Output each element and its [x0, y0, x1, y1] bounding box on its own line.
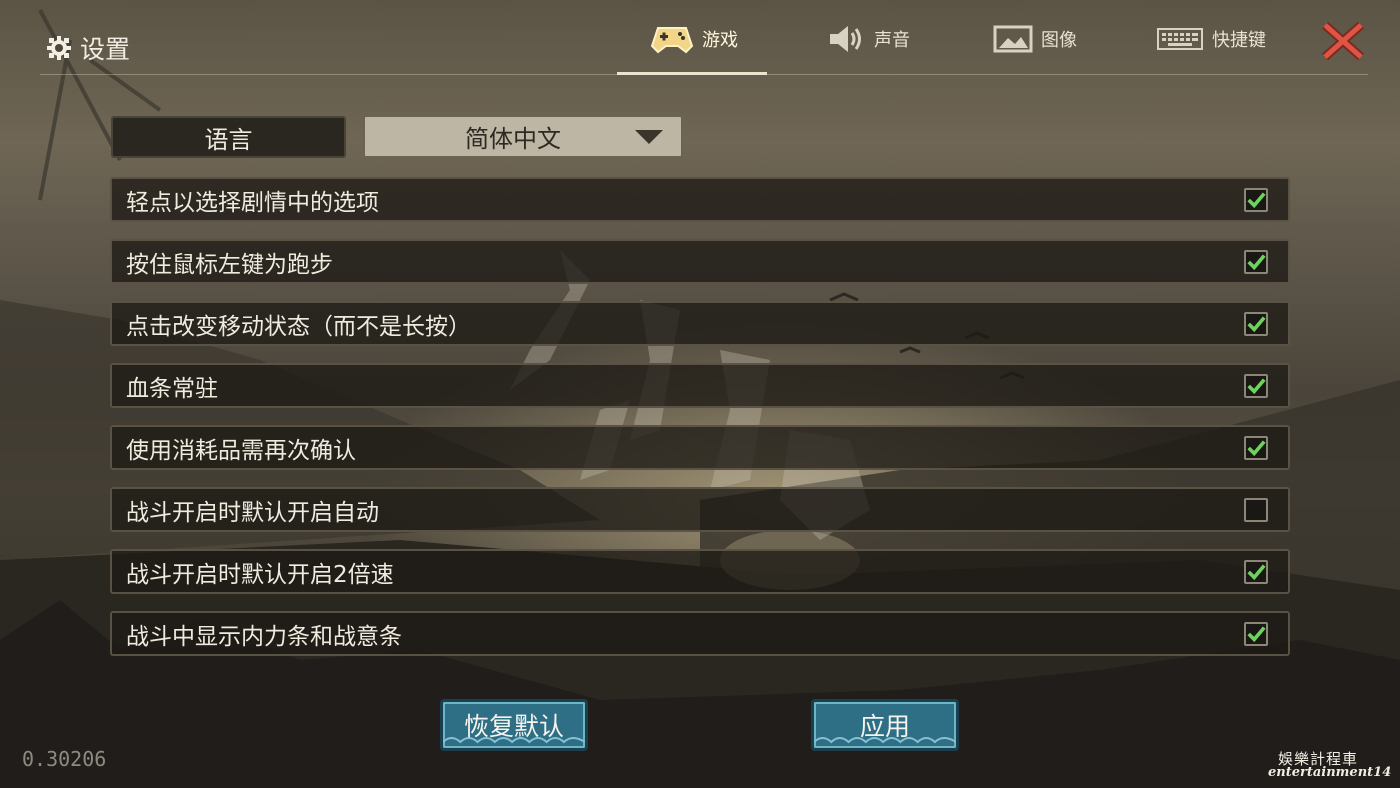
- tab-game-label: 游戏: [702, 30, 738, 51]
- tab-sound[interactable]: 声音: [826, 18, 910, 60]
- option-checkbox[interactable]: [1244, 311, 1268, 336]
- gear-icon: [47, 36, 71, 60]
- gamepad-icon: [650, 27, 694, 54]
- tab-game[interactable]: 游戏: [650, 18, 738, 60]
- watermark-text-en: entertainment14: [1268, 765, 1392, 780]
- top-bar: 设置 游戏 声音 图像 快捷键: [0, 0, 1400, 76]
- option-label: 战斗中显示内力条和战意条: [126, 623, 402, 650]
- language-selected-value: 简体中文: [465, 125, 561, 153]
- language-dropdown[interactable]: 简体中文: [363, 115, 683, 158]
- option-row[interactable]: 战斗开启时默认开启2倍速: [110, 549, 1290, 594]
- option-row[interactable]: 轻点以选择剧情中的选项: [110, 177, 1290, 222]
- option-label: 轻点以选择剧情中的选项: [126, 189, 379, 216]
- apply-button-label: 应用: [859, 712, 910, 741]
- language-label: 语言: [111, 116, 346, 158]
- option-label: 战斗开启时默认开启2倍速: [126, 561, 394, 588]
- checkmark-icon: [1247, 625, 1266, 642]
- option-row[interactable]: 点击改变移动状态（而不是长按）: [110, 301, 1290, 346]
- settings-title: 设置: [46, 30, 130, 66]
- close-icon[interactable]: [1320, 20, 1366, 62]
- option-row[interactable]: 战斗中显示内力条和战意条: [110, 611, 1290, 656]
- option-checkbox[interactable]: [1244, 187, 1268, 212]
- reset-button-label: 恢复默认: [463, 712, 564, 741]
- option-label: 按住鼠标左键为跑步: [126, 251, 333, 278]
- tab-sound-label: 声音: [874, 30, 910, 51]
- option-label: 使用消耗品需再次确认: [126, 437, 356, 464]
- checkmark-icon: [1247, 191, 1266, 208]
- option-label: 点击改变移动状态（而不是长按）: [126, 313, 471, 340]
- option-row[interactable]: 血条常驻: [110, 363, 1290, 408]
- checkmark-icon: [1247, 563, 1266, 580]
- speaker-icon: [830, 26, 861, 52]
- version-label: 0.30206: [22, 747, 107, 771]
- checkmark-icon: [1247, 377, 1266, 394]
- page-title: 设置: [80, 35, 131, 64]
- option-checkbox[interactable]: [1244, 621, 1268, 646]
- option-row[interactable]: 战斗开启时默认开启自动: [110, 487, 1290, 532]
- keyboard-icon: [1157, 28, 1203, 50]
- option-checkbox[interactable]: [1244, 559, 1268, 584]
- option-checkbox[interactable]: [1244, 497, 1268, 522]
- option-label: 血条常驻: [126, 375, 218, 402]
- option-row[interactable]: 按住鼠标左键为跑步: [110, 239, 1290, 284]
- option-checkbox[interactable]: [1244, 435, 1268, 460]
- checkmark-icon: [1247, 439, 1266, 456]
- checkmark-icon: [1247, 253, 1266, 270]
- active-tab-indicator: [617, 72, 767, 75]
- apply-button[interactable]: 应用: [811, 699, 959, 751]
- tab-hotkeys[interactable]: 快捷键: [1156, 18, 1266, 60]
- checkmark-icon: [1247, 315, 1266, 332]
- chevron-down-icon: [635, 129, 663, 144]
- option-checkbox[interactable]: [1244, 373, 1268, 398]
- image-icon: [993, 25, 1033, 53]
- tab-image[interactable]: 图像: [993, 18, 1077, 60]
- option-checkbox[interactable]: [1244, 249, 1268, 274]
- tab-hotkeys-label: 快捷键: [1212, 30, 1266, 51]
- reset-defaults-button[interactable]: 恢复默认: [440, 699, 588, 751]
- option-label: 战斗开启时默认开启自动: [126, 499, 379, 526]
- tab-image-label: 图像: [1041, 30, 1077, 51]
- option-row[interactable]: 使用消耗品需再次确认: [110, 425, 1290, 470]
